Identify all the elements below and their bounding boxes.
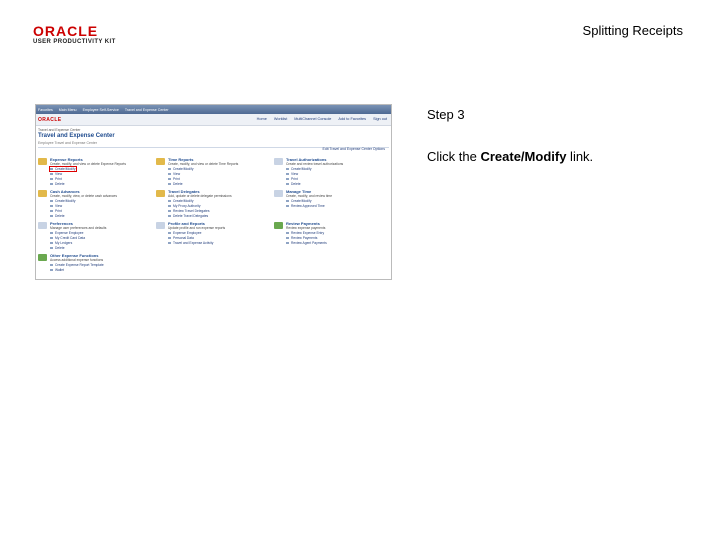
step-label: Step 3: [427, 107, 465, 122]
section-link[interactable]: View: [168, 172, 180, 176]
section-link[interactable]: Wallet: [50, 268, 64, 272]
folder-icon: [156, 158, 165, 165]
section-link[interactable]: Travel and Expense Activity: [168, 241, 213, 245]
edit-options-link[interactable]: Edit Travel and Expense Center Options: [323, 147, 385, 151]
payment-icon: [274, 222, 283, 229]
section-description: Create and review travel authorizations: [286, 162, 344, 166]
section-link[interactable]: Print: [286, 177, 298, 181]
section-link[interactable]: Delete Travel Delegates: [168, 214, 208, 218]
section-link[interactable]: My Credit Card Data: [50, 236, 85, 240]
section-link[interactable]: View: [286, 172, 298, 176]
nav-travel-expense-center[interactable]: Travel and Expense Center: [125, 108, 169, 112]
instruction-prefix: Click the: [427, 149, 481, 164]
section-description: Create, modify, view, or delete cash adv…: [50, 194, 118, 198]
section-link[interactable]: Create/Modify: [50, 199, 76, 203]
oracle-upk-logo: ORACLE USER PRODUCTIVITY KIT: [33, 24, 123, 45]
section-link[interactable]: Review Payments: [286, 236, 317, 240]
document-title: Splitting Receipts: [582, 23, 683, 38]
section-link[interactable]: Create/Modify: [286, 199, 312, 203]
section-link[interactable]: Print: [168, 177, 180, 181]
document-icon: [274, 190, 283, 197]
link-add-to-favorites[interactable]: Add to Favorites: [338, 117, 366, 121]
page-subtitle: Employee Travel and Expense Center: [38, 141, 97, 145]
section-link[interactable]: Review Approved Time: [286, 204, 325, 208]
page-title: Travel and Expense Center: [38, 133, 115, 139]
section-description: Add, update or delete delegate permissio…: [168, 194, 232, 198]
section-link[interactable]: Delete: [50, 246, 65, 250]
logo-wordmark: ORACLE: [33, 23, 99, 39]
application-screenshot: Favorites Main Menu Employee Self-Servic…: [35, 104, 392, 280]
section-link[interactable]: My Proxy Authority: [168, 204, 200, 208]
section-link[interactable]: Expense Employee: [50, 231, 83, 235]
instruction-target: Create/Modify: [480, 149, 567, 164]
link-sign-out[interactable]: Sign out: [373, 117, 387, 121]
section-link[interactable]: View: [50, 204, 62, 208]
section-link[interactable]: Print: [50, 177, 62, 181]
section-other-functions: Other Expense Functions Access additiona…: [38, 253, 152, 279]
nav-main-menu[interactable]: Main Menu: [59, 108, 77, 112]
breadcrumb[interactable]: Travel and Expense Center: [38, 128, 391, 132]
section-profile-reports: Profile and Reports Update profile and r…: [156, 221, 270, 251]
link-multichannel-console[interactable]: MultiChannel Console: [294, 117, 331, 121]
section-description: Manage user preferences and defaults: [50, 226, 107, 230]
section-link[interactable]: Delete: [50, 214, 65, 218]
section-link[interactable]: Personal Data: [168, 236, 194, 240]
section-grid: Expense Reports Create, modify, and view…: [38, 157, 388, 279]
section-travel-authorizations: Travel Authorizations Create and review …: [274, 157, 388, 187]
folder-icon: [156, 190, 165, 197]
section-description: Create, modify, and view or delete Expen…: [50, 162, 126, 166]
section-description: Create, modify, and review time: [286, 194, 333, 198]
section-link[interactable]: Review Agent Payments: [286, 241, 327, 245]
create-modify-link[interactable]: Create/Modify: [49, 166, 77, 172]
section-expense-reports: Expense Reports Create, modify, and view…: [38, 157, 152, 187]
nav-favorites[interactable]: Favorites: [38, 108, 53, 112]
section-link[interactable]: Delete: [286, 182, 301, 186]
section-link[interactable]: Review Travel Delegates: [168, 209, 209, 213]
section-link[interactable]: View: [50, 172, 62, 176]
gear-icon: [38, 222, 47, 229]
document-icon: [274, 158, 283, 165]
instruction-suffix: link.: [566, 149, 594, 164]
section-link[interactable]: My Ledgers: [50, 241, 72, 245]
nav-employee-self-service[interactable]: Employee Self-Service: [83, 108, 119, 112]
step-instruction: Click the Create/Modify link.: [427, 149, 593, 164]
gear-icon: [156, 222, 165, 229]
functions-icon: [38, 254, 47, 261]
section-review-payments: Review Payments Review expense payments …: [274, 221, 388, 251]
section-travel-delegates: Travel Delegates Add, update or delete d…: [156, 189, 270, 219]
section-description: Access additional expense functions: [50, 258, 104, 262]
section-link[interactable]: Create Expense Report Template: [50, 263, 104, 267]
app-brand-logo: ORACLE: [38, 117, 62, 123]
link-worklist[interactable]: Worklist: [274, 117, 287, 121]
section-time-reports: Time Reports Create, modify, and view or…: [156, 157, 270, 187]
top-navigation-bar: Favorites Main Menu Employee Self-Servic…: [36, 105, 391, 114]
logo-tagline: USER PRODUCTIVITY KIT: [33, 39, 116, 45]
section-link[interactable]: Print: [50, 209, 62, 213]
section-link[interactable]: Create/Modify: [168, 167, 194, 171]
menu-bar: ORACLE Home Worklist MultiChannel Consol…: [36, 114, 391, 126]
section-link[interactable]: Delete: [168, 182, 183, 186]
section-link[interactable]: Expense Employee: [168, 231, 201, 235]
link-home[interactable]: Home: [257, 117, 267, 121]
folder-icon: [38, 158, 47, 165]
section-link[interactable]: Create/Modify: [286, 167, 312, 171]
section-description: Review expense payments: [286, 226, 326, 230]
section-preferences: Preferences Manage user preferences and …: [38, 221, 152, 251]
section-link[interactable]: Create/Modify: [168, 199, 194, 203]
header-links: Home Worklist MultiChannel Console Add t…: [257, 117, 387, 121]
section-manage-time: Manage Time Create, modify, and review t…: [274, 189, 388, 219]
section-link[interactable]: Delete: [50, 182, 65, 186]
section-description: Create, modify, and view or delete Time …: [168, 162, 239, 166]
section-link[interactable]: Review Expense Entry: [286, 231, 324, 235]
section-description: Update profile and run expense reports: [168, 226, 226, 230]
section-cash-advances: Cash Advances Create, modify, view, or d…: [38, 189, 152, 219]
folder-icon: [38, 190, 47, 197]
